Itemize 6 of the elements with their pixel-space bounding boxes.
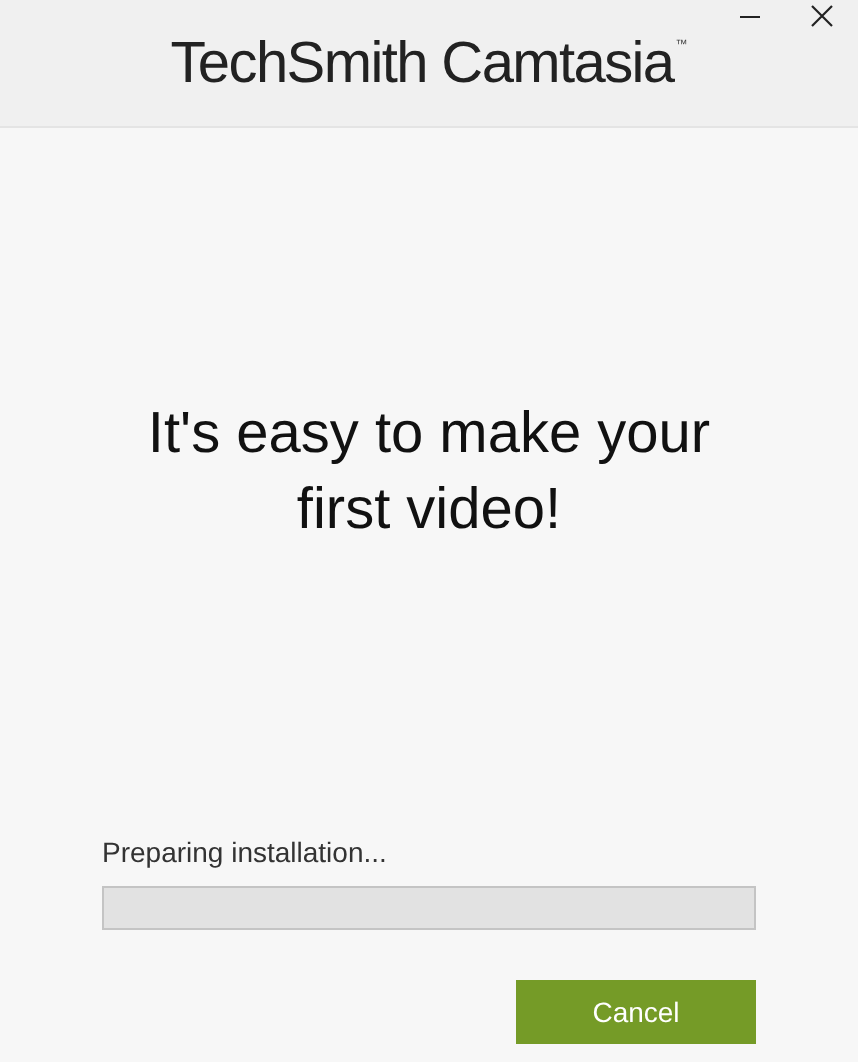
window-title: TechSmith Camtasia xyxy=(170,32,674,98)
close-icon xyxy=(810,4,834,28)
cancel-button[interactable]: Cancel xyxy=(516,980,756,1044)
minimize-icon xyxy=(740,15,760,17)
headline: It's easy to make your first video! xyxy=(145,400,713,546)
progress-label: Preparing installation... xyxy=(102,836,389,868)
